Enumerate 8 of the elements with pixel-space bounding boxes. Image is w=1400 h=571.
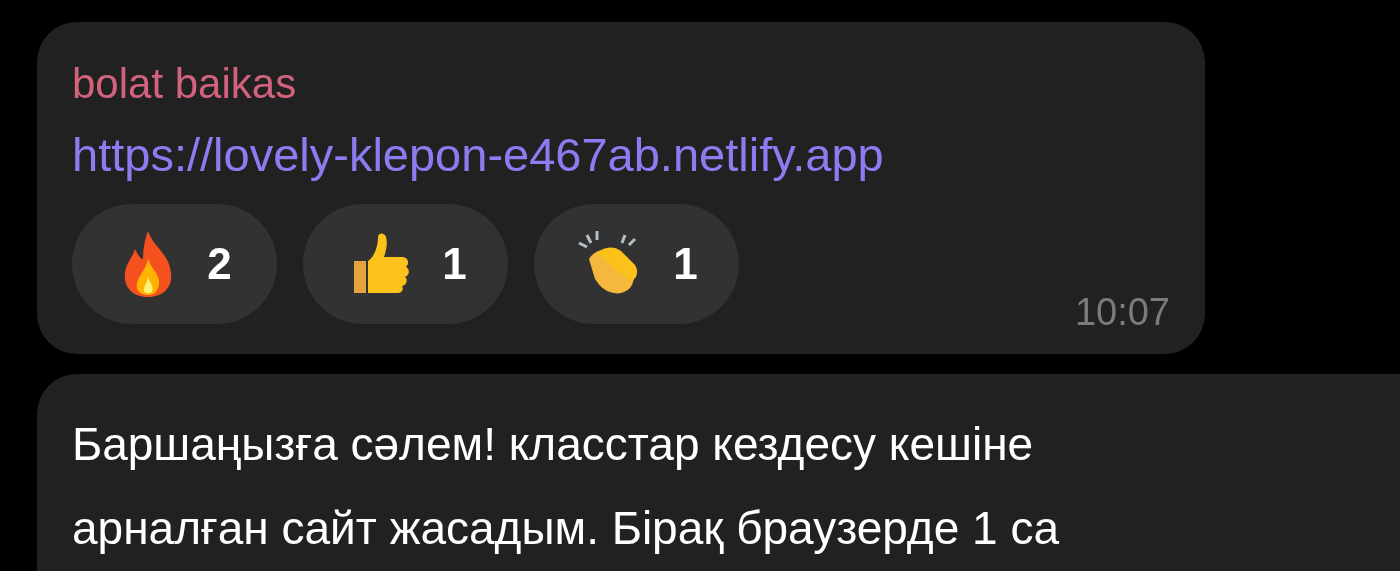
reaction-chip[interactable]: 2: [72, 204, 277, 324]
message-time: 10:07: [1074, 290, 1170, 334]
message-text: Баршаңызға сәлем! класстар кездесу кешіне: [72, 417, 1034, 472]
reaction-chip[interactable]: 1: [534, 204, 739, 324]
message-link[interactable]: https://lovely-klepon-e467ab.netlify.app: [72, 120, 884, 190]
reaction-chip[interactable]: 1: [303, 204, 508, 324]
sender-name: bolat baikas: [72, 59, 297, 109]
message-text: арналған сайт жасадым. Бірақ браузерде 1 са: [72, 501, 1059, 556]
